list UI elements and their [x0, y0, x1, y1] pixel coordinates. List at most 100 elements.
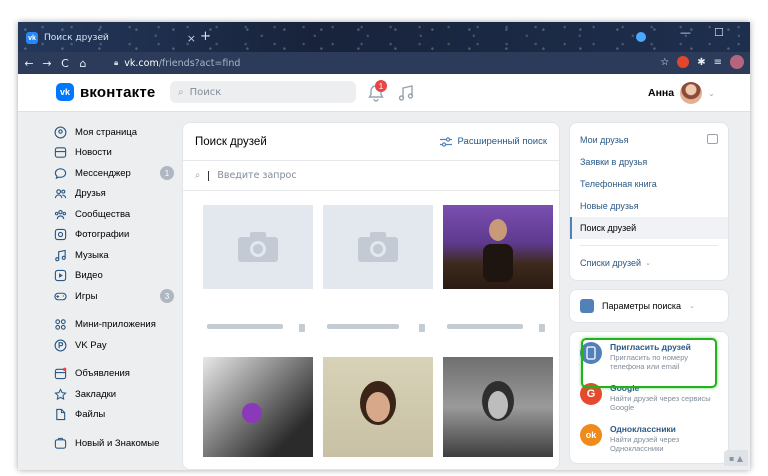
- friend-name-blurred: [327, 324, 399, 329]
- sidebar-item-ads[interactable]: Объявления: [54, 364, 174, 385]
- vk-logo[interactable]: vk вконтакте: [56, 83, 155, 101]
- sidebar-item-label: Закладки: [75, 388, 117, 400]
- advanced-search-link[interactable]: Расширенный поиск: [439, 136, 547, 147]
- sidebar-item-label: Моя страница: [75, 126, 138, 138]
- sidebar-item-my-page[interactable]: Моя страница: [54, 122, 174, 143]
- tab-title: Поиск друзей: [44, 33, 109, 43]
- back-button[interactable]: ←: [20, 57, 38, 70]
- advanced-search-label: Расширенный поиск: [457, 136, 547, 147]
- avatar: [680, 82, 703, 104]
- sidebar-item-label: Новый и Знакомые: [75, 437, 160, 449]
- extension-icon[interactable]: [677, 56, 690, 68]
- vk-logo-icon: vk: [56, 83, 74, 101]
- dating-icon: [54, 437, 67, 449]
- star-icon[interactable]: ☆: [660, 57, 669, 68]
- chevron-down-icon: ⌄: [645, 260, 651, 267]
- search-icon: ⌕: [178, 86, 184, 98]
- chevron-down-icon: ⌄: [689, 303, 695, 310]
- chevron-down-icon: ⌄: [708, 88, 715, 98]
- friend-name-blurred: [447, 324, 523, 329]
- add-friend-icon[interactable]: [419, 324, 425, 332]
- home-button[interactable]: ⌂: [74, 57, 92, 70]
- menu-item-phone-book[interactable]: Телефонная книга: [570, 173, 728, 195]
- menu-divider: [580, 245, 718, 246]
- address-bar[interactable]: 🔒︎ vk.com/friends?act=find: [114, 55, 654, 71]
- sidebar-item-label: Объявления: [75, 368, 130, 380]
- sidebar-item-games[interactable]: Игры 3: [54, 286, 174, 307]
- user-menu[interactable]: Анна ⌄: [648, 82, 715, 104]
- person-silhouette: [360, 381, 396, 425]
- reading-list-icon[interactable]: ≡: [714, 57, 722, 68]
- menu-item-label: Мои друзья: [580, 135, 629, 145]
- sidebar-item-photos[interactable]: Фотографии: [54, 225, 174, 246]
- tab-close-icon[interactable]: ×: [187, 32, 196, 45]
- calendar-icon[interactable]: [707, 134, 718, 144]
- menu-item-label: Списки друзей: [580, 258, 642, 268]
- reload-button[interactable]: C: [56, 57, 74, 70]
- url-path: /friends?act=find: [158, 57, 241, 69]
- sidebar-item-video[interactable]: Видео: [54, 266, 174, 287]
- menu-item-friend-requests[interactable]: Заявки в друзья: [570, 151, 728, 173]
- chat-launcher-button[interactable]: ▪ ▲: [724, 450, 748, 466]
- header-search-input[interactable]: ⌕ Поиск: [170, 81, 356, 103]
- friend-card[interactable]: [203, 205, 313, 305]
- friend-card[interactable]: [443, 357, 553, 457]
- vk-logo-text: вконтакте: [80, 83, 156, 101]
- friends-search-input[interactable]: ⌕ Введите запрос: [183, 161, 559, 191]
- friends-search-card: Поиск друзей Расширенный поиск ⌕ Введите…: [182, 122, 560, 470]
- friend-photo-placeholder: [323, 205, 433, 289]
- menu-item-new-friends[interactable]: Новые друзья: [570, 195, 728, 217]
- sidebar-item-messenger[interactable]: Мессенджер 1: [54, 163, 174, 184]
- sidebar-item-dating[interactable]: Новый и Знакомые: [54, 433, 174, 454]
- sidebar-item-label: Фотографии: [75, 229, 130, 241]
- sidebar-item-music[interactable]: Музыка: [54, 245, 174, 266]
- menu-item-friend-lists[interactable]: Списки друзей ⌄: [570, 252, 728, 274]
- sidebar-item-news[interactable]: Новости: [54, 143, 174, 164]
- lock-icon: 🔒︎: [114, 58, 119, 67]
- chrome-profile-icon[interactable]: [636, 32, 646, 42]
- sidebar-item-communities[interactable]: Сообщества: [54, 204, 174, 225]
- friend-card[interactable]: [323, 357, 433, 457]
- sidebar-item-label: Видео: [75, 270, 103, 282]
- sidebar-item-bookmarks[interactable]: Закладки: [54, 384, 174, 405]
- browser-tabbar: vk Поиск друзей × + — ☐: [18, 22, 750, 52]
- sidebar-item-friends[interactable]: Друзья: [54, 184, 174, 205]
- profile-icon[interactable]: [730, 55, 744, 69]
- music-icon[interactable]: [397, 84, 415, 102]
- browser-toolbar: ← → C ⌂ 🔒︎ vk.com/friends?act=find ☆ ✱ ≡: [18, 52, 750, 74]
- notification-badge: 1: [375, 80, 387, 92]
- search-params-toggle[interactable]: Параметры поиска ⌄: [569, 289, 729, 323]
- friend-card[interactable]: [203, 357, 313, 457]
- friend-name-blurred: [207, 324, 283, 329]
- friends-icon: [54, 189, 67, 199]
- message-icon: [54, 168, 67, 179]
- puzzle-icon[interactable]: ✱: [697, 57, 705, 68]
- friend-card[interactable]: [443, 205, 553, 305]
- add-friend-icon[interactable]: [299, 324, 305, 332]
- vk-favicon-icon: vk: [26, 32, 38, 44]
- sidebar-item-vk-pay[interactable]: VK Pay: [54, 335, 174, 356]
- forward-button[interactable]: →: [38, 57, 56, 70]
- minimize-button[interactable]: —: [680, 26, 691, 39]
- menu-item-my-friends[interactable]: Мои друзья: [570, 129, 728, 151]
- friend-photo: [203, 357, 313, 457]
- new-tab-button[interactable]: +: [200, 29, 211, 44]
- google-description: Найти друзей через сервисы Google: [610, 394, 711, 412]
- games-count-badge: 3: [160, 289, 174, 304]
- browser-tab[interactable]: vk Поиск друзей ×: [26, 27, 196, 49]
- maximize-button[interactable]: ☐: [714, 26, 724, 39]
- menu-item-find-friends[interactable]: Поиск друзей: [570, 217, 728, 239]
- sidebar-item-label: Файлы: [75, 409, 106, 421]
- sidebar-item-label: Друзья: [75, 188, 106, 200]
- person-silhouette: [482, 381, 514, 421]
- sidebar-item-mini-apps[interactable]: Мини-приложения: [54, 315, 174, 336]
- odnoklassniki-title: Одноклассники: [610, 424, 676, 434]
- settings-icon: [580, 299, 594, 313]
- friend-card[interactable]: [323, 205, 433, 305]
- sidebar-item-files[interactable]: Файлы: [54, 405, 174, 426]
- odnoklassniki-import-button[interactable]: ok Одноклассники Найти друзей через Одно…: [570, 418, 728, 459]
- ads-icon: [54, 367, 67, 380]
- sidebar-separator: [54, 307, 174, 315]
- add-friend-icon[interactable]: [539, 324, 545, 332]
- screenshot-frame: vk Поиск друзей × + — ☐ ← → C ⌂ 🔒︎ vk.co…: [0, 0, 768, 476]
